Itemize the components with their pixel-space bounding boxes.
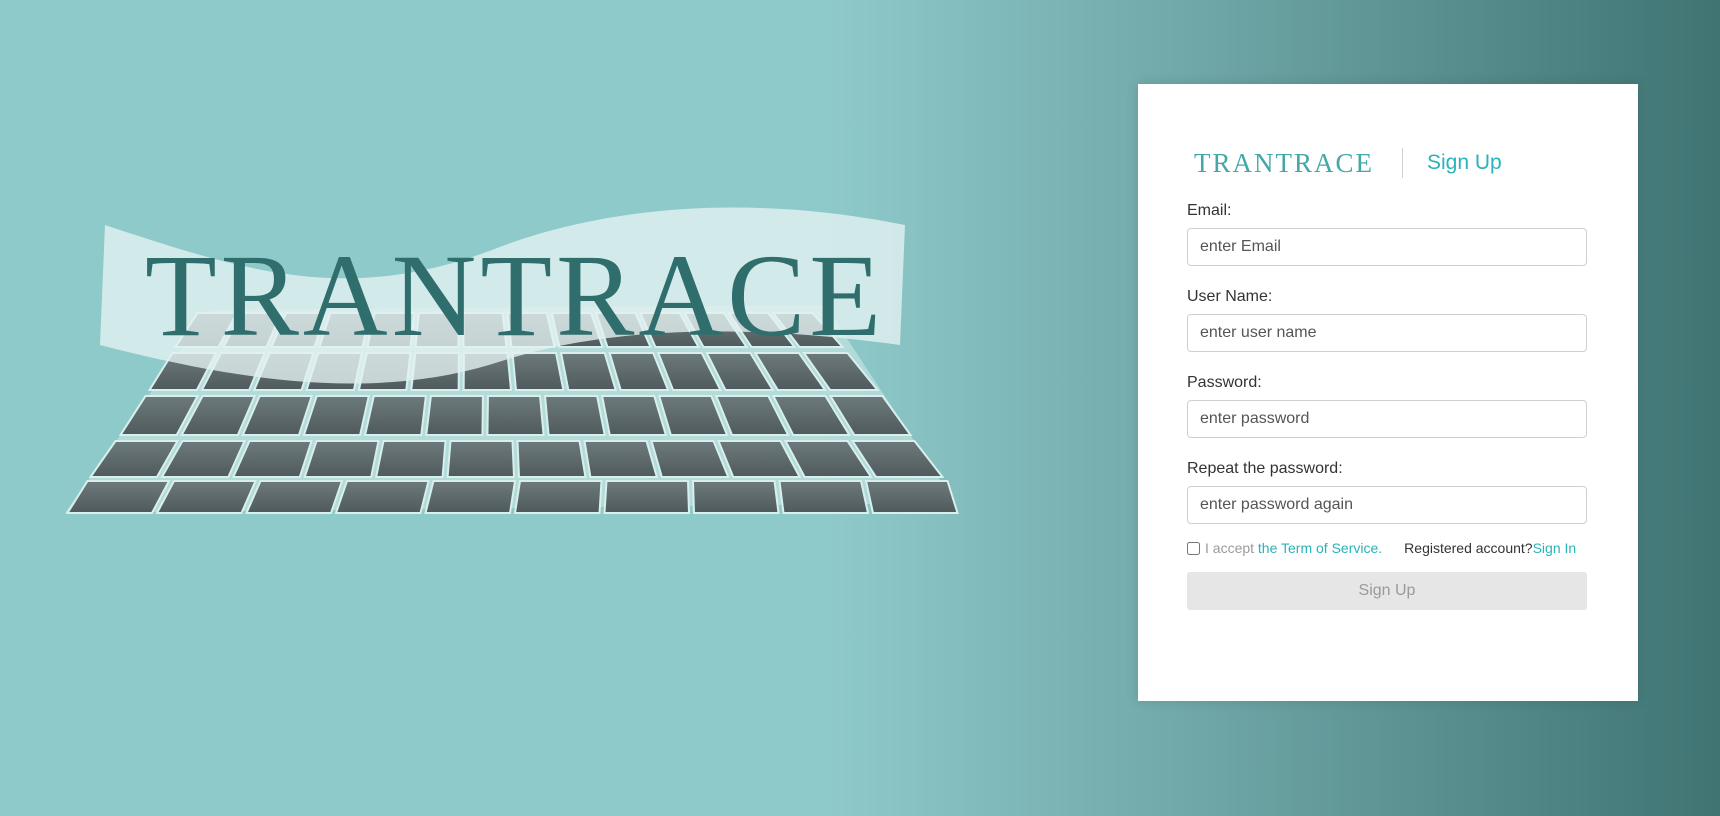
keyboard-key (65, 480, 171, 514)
keyboard-illustration: TRANTRACE (65, 207, 959, 514)
signup-form: Email: User Name: Password: Repeat the p… (1187, 202, 1587, 610)
repeat-password-label: Repeat the password: (1187, 460, 1343, 477)
keyboard-key (778, 480, 870, 514)
signup-button[interactable]: Sign Up (1187, 572, 1587, 610)
keyboard-key (486, 395, 545, 436)
keyboard-key (650, 440, 730, 478)
keyboard-key (374, 440, 447, 478)
keyboard-key (334, 480, 430, 514)
terms-row: I accept the Term of Service. Registered… (1187, 540, 1587, 556)
terms-link[interactable]: the Term of Service. (1258, 540, 1382, 556)
keyboard-key (446, 440, 516, 478)
keyboard-key (244, 480, 344, 514)
repeat-password-field-group: Repeat the password: (1187, 460, 1587, 524)
keyboard-key (303, 440, 380, 478)
page-title: Sign Up (1427, 151, 1502, 174)
keyboard-key (513, 480, 603, 514)
password-field-group: Password: (1187, 374, 1587, 438)
username-label: User Name: (1187, 288, 1273, 305)
keyboard-key (864, 480, 959, 514)
hero-illustration: TRANTRACE (55, 195, 1005, 565)
card-header: TRANTRACE Sign Up (1194, 143, 1502, 183)
brand-logo: TRANTRACE (1194, 147, 1374, 178)
email-label: Email: (1187, 202, 1232, 219)
keyboard-key (691, 480, 780, 514)
keyboard-key (600, 395, 668, 436)
keyboard-key (425, 395, 484, 436)
signup-card: TRANTRACE Sign Up Email: User Name: Pass… (1138, 84, 1638, 701)
keyboard-key (424, 480, 517, 514)
keyboard-key (583, 440, 659, 478)
username-field-group: User Name: (1187, 288, 1587, 352)
keyboard-key (543, 395, 606, 436)
keyboard-key (155, 480, 258, 514)
email-field-group: Email: (1187, 202, 1587, 266)
email-field[interactable] (1187, 228, 1587, 266)
terms-checkbox[interactable] (1187, 541, 1200, 555)
keyboard-key (363, 395, 428, 436)
repeat-password-field[interactable] (1187, 486, 1587, 524)
hero-logo-text: TRANTRACE (145, 230, 885, 361)
signin-link[interactable]: Sign In (1533, 540, 1577, 556)
username-field[interactable] (1187, 314, 1587, 352)
registered-text: Registered account? (1404, 540, 1533, 556)
password-field[interactable] (1187, 400, 1587, 438)
accept-text: I accept (1205, 540, 1255, 556)
password-label: Password: (1187, 374, 1262, 391)
keyboard-key (603, 480, 691, 514)
keyboard-key (516, 440, 587, 478)
header-divider (1402, 148, 1403, 178)
